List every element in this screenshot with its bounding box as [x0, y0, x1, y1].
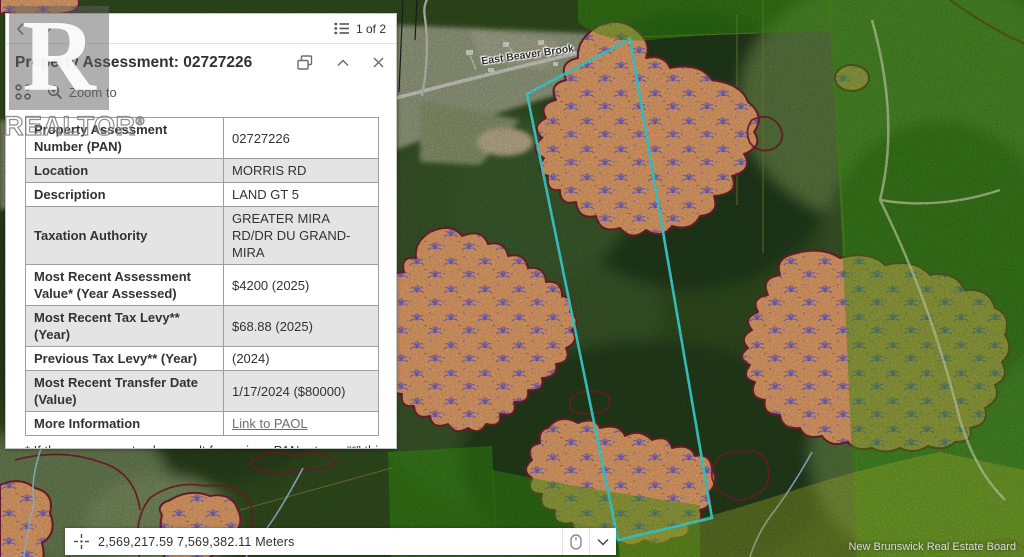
- close-popup-button[interactable]: [373, 55, 384, 70]
- crosshair-icon[interactable]: [74, 534, 89, 549]
- pager-count-label: 1 of 2: [356, 22, 386, 36]
- assessment-footnote: * If the assessment value result for a g…: [25, 442, 382, 449]
- chevron-left-icon: [16, 22, 25, 36]
- map-attribution: New Brunswick Real Estate Board: [848, 541, 1016, 553]
- table-row: Property Assessment Number (PAN) 0272722…: [26, 118, 379, 159]
- mouse-icon: [570, 534, 582, 550]
- zoom-to-button[interactable]: Zoom to: [47, 84, 117, 100]
- chevron-up-icon: [337, 59, 349, 67]
- mouse-position-toggle-button[interactable]: [563, 528, 589, 555]
- chevron-down-icon: [597, 538, 609, 546]
- feature-pager: 1 of 2: [334, 22, 386, 36]
- dock-popup-button[interactable]: [297, 55, 313, 70]
- table-row: Most Recent Transfer Date (Value) 1/17/2…: [26, 371, 379, 412]
- table-row: Most Recent Tax Levy** (Year) $68.88 (20…: [26, 306, 379, 347]
- next-feature-button[interactable]: [43, 22, 52, 36]
- close-icon: [373, 57, 384, 68]
- coordinate-options-button[interactable]: [590, 528, 616, 555]
- feature-list-icon[interactable]: [334, 22, 349, 35]
- chevron-right-icon: [43, 22, 52, 36]
- assessment-table: Property Assessment Number (PAN) 0272722…: [25, 117, 379, 436]
- table-row: Location MORRIS RD: [26, 159, 379, 183]
- popup-actions-menu-button[interactable]: [15, 84, 31, 100]
- actions-grid-icon: [15, 84, 31, 100]
- popup-pager-bar: 1 of 2: [6, 14, 396, 44]
- table-row: More Information Link to PAOL: [26, 412, 379, 436]
- table-row: Most Recent Assessment Value* (Year Asse…: [26, 265, 379, 306]
- property-assessment-popup: 1 of 2 Property Assessment: 02727226: [5, 13, 397, 449]
- popup-title: Property Assessment: 02727226: [15, 53, 291, 73]
- table-row: Description LAND GT 5: [26, 183, 379, 207]
- magnifier-plus-icon: [47, 84, 63, 100]
- table-row: Previous Tax Levy** (Year) (2024): [26, 347, 379, 371]
- collapse-popup-button[interactable]: [337, 55, 349, 70]
- previous-feature-button[interactable]: [16, 22, 25, 36]
- map-app: East Beaver Brook 1 of 2: [0, 0, 1024, 557]
- popup-content: Property Assessment Number (PAN) 0272722…: [6, 109, 396, 449]
- dock-icon: [297, 55, 313, 70]
- coordinate-readout: 2,569,217.59 7,569,382.11 Meters: [98, 535, 562, 549]
- coordinate-widget: 2,569,217.59 7,569,382.11 Meters: [65, 528, 616, 555]
- popup-actions: Zoom to: [6, 77, 396, 109]
- popup-header: Property Assessment: 02727226: [6, 44, 396, 77]
- zoom-to-label: Zoom to: [69, 85, 117, 100]
- paol-link[interactable]: Link to PAOL: [232, 416, 308, 431]
- table-row: Taxation Authority GREATER MIRA RD/DR DU…: [26, 207, 379, 265]
